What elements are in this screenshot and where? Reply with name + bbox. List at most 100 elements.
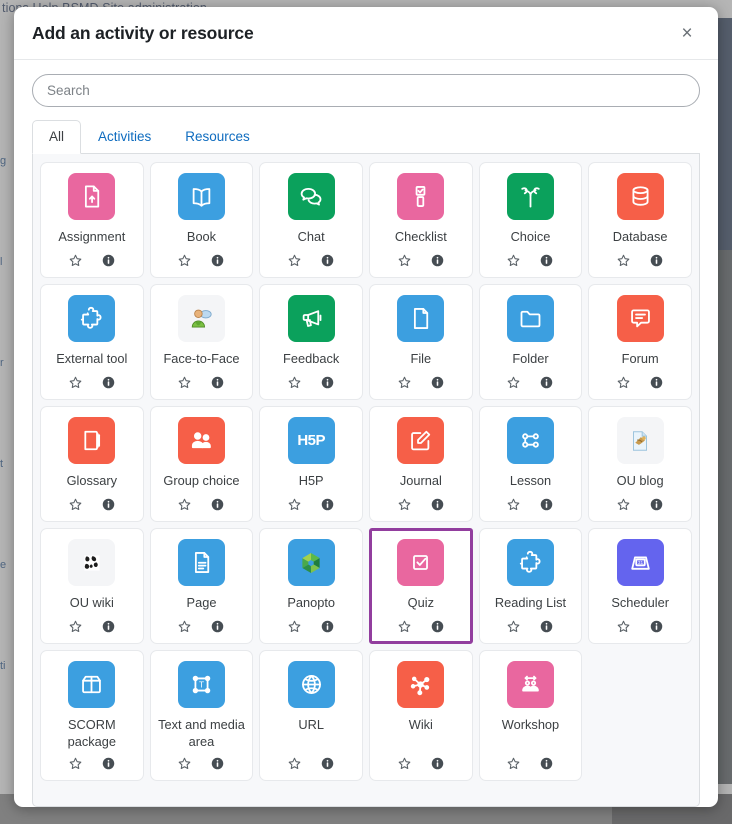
activity-card-label: File	[410, 351, 432, 367]
info-circle-icon[interactable]	[648, 496, 665, 513]
star-outline-icon[interactable]	[396, 755, 413, 772]
star-outline-icon[interactable]	[396, 374, 413, 391]
info-circle-icon[interactable]	[429, 618, 446, 635]
activity-card-file[interactable]: File	[368, 284, 473, 401]
checklist-icon	[397, 173, 445, 221]
activity-card-database[interactable]: Database	[588, 162, 692, 279]
activity-grid: Assignment Book Chat Checklist Choice Databas…	[40, 162, 692, 781]
glossary-icon	[68, 417, 116, 465]
star-outline-icon[interactable]	[67, 496, 84, 513]
activity-card-feedback[interactable]: Feedback	[259, 284, 363, 401]
info-circle-icon[interactable]	[319, 755, 336, 772]
activity-card-ou-blog[interactable]: OU blog	[588, 406, 692, 523]
info-circle-icon[interactable]	[209, 618, 226, 635]
info-circle-icon[interactable]	[319, 496, 336, 513]
info-circle-icon[interactable]	[209, 252, 226, 269]
star-outline-icon[interactable]	[286, 618, 303, 635]
info-circle-icon[interactable]	[648, 252, 665, 269]
activity-card-forum[interactable]: Forum	[588, 284, 692, 401]
svg-text:31: 31	[638, 560, 644, 566]
info-circle-icon[interactable]	[319, 252, 336, 269]
activity-card-external-tool[interactable]: External tool	[40, 284, 144, 401]
activity-card-page[interactable]: Page	[149, 528, 254, 645]
activity-card-actions	[615, 252, 665, 269]
star-outline-icon[interactable]	[176, 252, 193, 269]
activity-card-assignment[interactable]: Assignment	[40, 162, 144, 279]
star-outline-icon[interactable]	[505, 496, 522, 513]
tab-activities[interactable]: Activities	[81, 120, 168, 154]
info-circle-icon[interactable]	[538, 374, 555, 391]
activity-card-face-to-face[interactable]: Face-to-Face	[149, 284, 254, 401]
info-circle-icon[interactable]	[209, 755, 226, 772]
close-icon[interactable]: ×	[672, 18, 702, 48]
star-outline-icon[interactable]	[176, 755, 193, 772]
activity-card-text-and-media-area[interactable]: T Text and media area	[149, 650, 254, 781]
activity-card-checklist[interactable]: Checklist	[368, 162, 473, 279]
info-circle-icon[interactable]	[100, 496, 117, 513]
star-outline-icon[interactable]	[396, 618, 413, 635]
star-outline-icon[interactable]	[67, 755, 84, 772]
activity-card-book[interactable]: Book	[149, 162, 254, 279]
star-outline-icon[interactable]	[505, 374, 522, 391]
star-outline-icon[interactable]	[615, 496, 632, 513]
star-outline-icon[interactable]	[615, 252, 632, 269]
star-outline-icon[interactable]	[176, 374, 193, 391]
info-circle-icon[interactable]	[100, 374, 117, 391]
tab-resources[interactable]: Resources	[168, 120, 267, 154]
search-input[interactable]	[32, 74, 700, 107]
star-outline-icon[interactable]	[615, 374, 632, 391]
star-outline-icon[interactable]	[286, 496, 303, 513]
star-outline-icon[interactable]	[286, 755, 303, 772]
star-outline-icon[interactable]	[176, 496, 193, 513]
star-outline-icon[interactable]	[286, 252, 303, 269]
tab-all[interactable]: All	[32, 120, 82, 155]
activity-card-choice[interactable]: Choice	[478, 162, 583, 279]
star-outline-icon[interactable]	[396, 252, 413, 269]
info-circle-icon[interactable]	[100, 618, 117, 635]
star-outline-icon[interactable]	[505, 252, 522, 269]
activity-card-label: Scheduler	[611, 595, 669, 611]
info-circle-icon[interactable]	[538, 755, 555, 772]
star-outline-icon[interactable]	[176, 618, 193, 635]
star-outline-icon[interactable]	[396, 496, 413, 513]
info-circle-icon[interactable]	[429, 496, 446, 513]
star-outline-icon[interactable]	[67, 252, 84, 269]
activity-card-h5p[interactable]: H5P H5P	[259, 406, 363, 523]
info-circle-icon[interactable]	[648, 374, 665, 391]
star-outline-icon[interactable]	[615, 618, 632, 635]
info-circle-icon[interactable]	[538, 252, 555, 269]
info-circle-icon[interactable]	[429, 374, 446, 391]
activity-card-url[interactable]: URL	[259, 650, 363, 781]
star-outline-icon[interactable]	[67, 618, 84, 635]
info-circle-icon[interactable]	[538, 618, 555, 635]
info-circle-icon[interactable]	[429, 755, 446, 772]
activity-card-scorm-package[interactable]: SCORM package	[40, 650, 144, 781]
activity-card-glossary[interactable]: Glossary	[40, 406, 144, 523]
activity-card-panopto[interactable]: Panopto	[259, 528, 363, 645]
activity-card-wiki[interactable]: Wiki	[368, 650, 473, 781]
activity-card-chat[interactable]: Chat	[259, 162, 363, 279]
star-outline-icon[interactable]	[286, 374, 303, 391]
star-outline-icon[interactable]	[505, 618, 522, 635]
activity-card-group-choice[interactable]: Group choice	[149, 406, 254, 523]
activity-card-journal[interactable]: Journal	[368, 406, 473, 523]
activity-card-lesson[interactable]: Lesson	[478, 406, 583, 523]
info-circle-icon[interactable]	[538, 496, 555, 513]
activity-card-quiz[interactable]: Quiz	[368, 528, 473, 645]
info-circle-icon[interactable]	[100, 755, 117, 772]
info-circle-icon[interactable]	[209, 496, 226, 513]
activity-card-label: External tool	[56, 351, 128, 367]
star-outline-icon[interactable]	[505, 755, 522, 772]
info-circle-icon[interactable]	[319, 374, 336, 391]
info-circle-icon[interactable]	[429, 252, 446, 269]
info-circle-icon[interactable]	[319, 618, 336, 635]
info-circle-icon[interactable]	[648, 618, 665, 635]
activity-card-reading-list[interactable]: Reading List	[478, 528, 583, 645]
info-circle-icon[interactable]	[100, 252, 117, 269]
activity-card-scheduler[interactable]: 31 Scheduler	[588, 528, 692, 645]
activity-card-folder[interactable]: Folder	[478, 284, 583, 401]
activity-card-ou-wiki[interactable]: OU wiki	[40, 528, 144, 645]
star-outline-icon[interactable]	[67, 374, 84, 391]
info-circle-icon[interactable]	[209, 374, 226, 391]
activity-card-workshop[interactable]: Workshop	[478, 650, 583, 781]
